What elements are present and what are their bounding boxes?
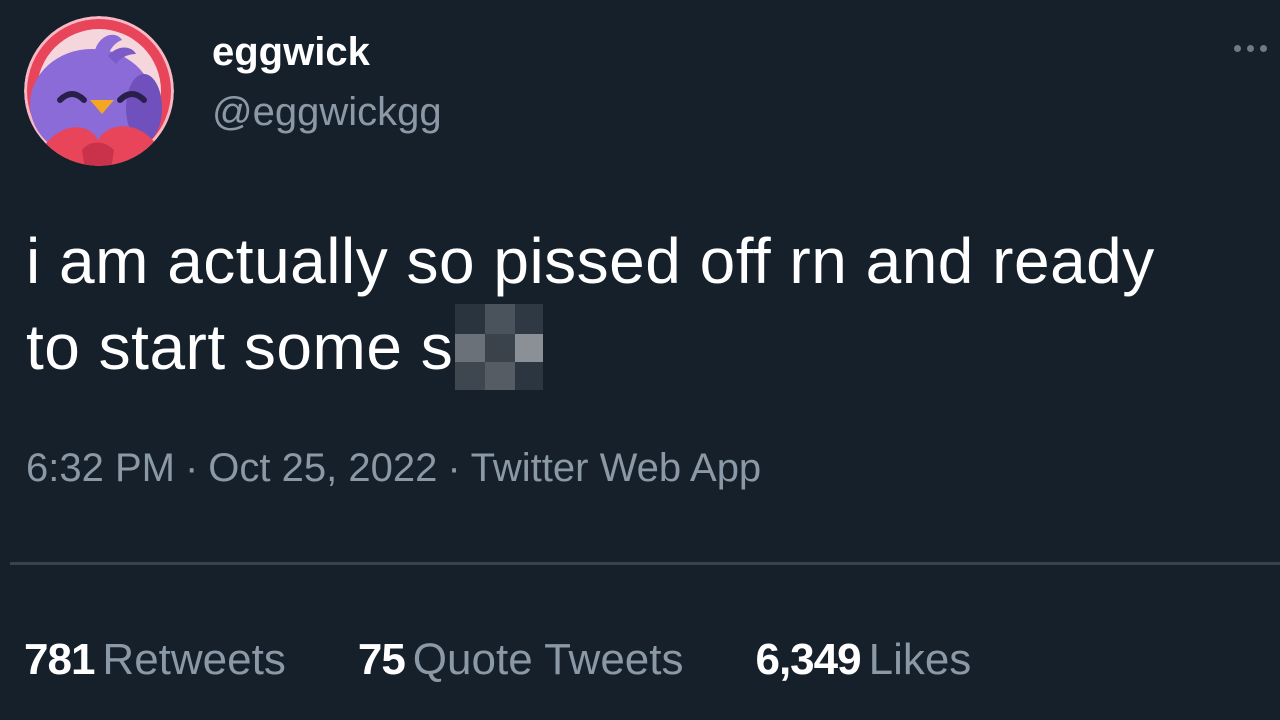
display-name[interactable]: eggwick <box>212 28 442 76</box>
more-dot-icon <box>1247 44 1254 52</box>
author-identity: eggwick @eggwickgg <box>212 16 442 136</box>
likes-count: 6,349 <box>755 635 861 684</box>
tweet-header: eggwick @eggwickgg <box>24 16 442 166</box>
retweets-stat[interactable]: 781 Retweets <box>24 632 286 688</box>
retweets-label: Retweets <box>102 635 286 684</box>
more-options-button[interactable] <box>1234 36 1280 60</box>
likes-stat[interactable]: 6,349 Likes <box>755 632 971 688</box>
tweet-card: eggwick @eggwickgg i am actually so piss… <box>0 0 1280 720</box>
divider <box>10 562 1280 565</box>
tweet-meta: 6:32 PM · Oct 25, 2022 · Twitter Web App <box>26 440 761 496</box>
tweet-source[interactable]: Twitter Web App <box>471 446 762 490</box>
more-dot-icon <box>1234 44 1241 52</box>
tweet-text-line-1: i am actually so pissed off rn and ready <box>26 225 1155 297</box>
meta-separator: · <box>184 446 199 490</box>
engagement-stats: 781 Retweets 75 Quote Tweets 6,349 Likes <box>24 632 1043 688</box>
user-handle[interactable]: @eggwickgg <box>212 88 442 136</box>
quote-tweets-stat[interactable]: 75 Quote Tweets <box>358 632 684 688</box>
tweet-date[interactable]: Oct 25, 2022 <box>208 446 437 490</box>
more-dot-icon <box>1260 44 1267 52</box>
retweets-count: 781 <box>24 635 95 684</box>
purple-bird-avatar-icon <box>24 16 174 166</box>
tweet-text: i am actually so pissed off rn and ready… <box>26 218 1266 390</box>
likes-label: Likes <box>868 635 972 684</box>
meta-separator: · <box>447 446 461 490</box>
tweet-text-line-2-prefix: to start some s <box>26 311 454 383</box>
avatar[interactable] <box>24 16 174 166</box>
tweet-time[interactable]: 6:32 PM <box>26 446 175 490</box>
quote-tweets-count: 75 <box>357 635 406 684</box>
censor-pixelation <box>455 304 544 390</box>
quote-tweets-label: Quote Tweets <box>412 635 684 684</box>
tweet-text-line-2: to start some s <box>26 304 1266 390</box>
